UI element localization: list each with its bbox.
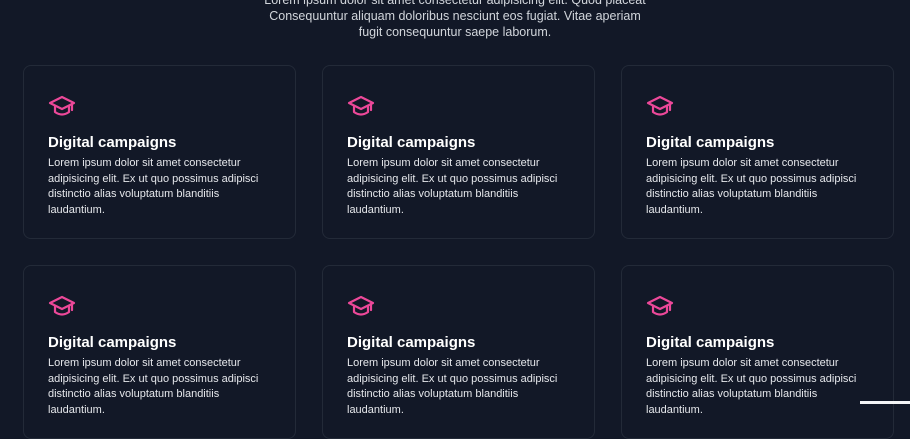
card-description: Lorem ipsum dolor sit amet consectetur a… xyxy=(48,357,259,416)
feature-card: Digital campaigns Lorem ipsum dolor sit … xyxy=(322,265,595,439)
card-title: Digital campaigns xyxy=(646,134,775,151)
graduation-cap-icon xyxy=(48,95,76,116)
card-title: Digital campaigns xyxy=(48,134,177,151)
card-description: Lorem ipsum dolor sit amet consectetur a… xyxy=(646,357,857,416)
feature-card: Digital campaigns Lorem ipsum dolor sit … xyxy=(621,265,894,439)
card-description: Lorem ipsum dolor sit amet consectetur a… xyxy=(646,157,857,216)
card-title: Digital campaigns xyxy=(347,134,476,151)
card-description: Lorem ipsum dolor sit amet consectetur a… xyxy=(347,157,558,216)
card-description: Lorem ipsum dolor sit amet consectetur a… xyxy=(347,357,558,416)
feature-card: Digital campaigns Lorem ipsum dolor sit … xyxy=(23,265,296,439)
feature-card: Digital campaigns Lorem ipsum dolor sit … xyxy=(322,65,595,239)
card-description: Lorem ipsum dolor sit amet consectetur a… xyxy=(48,157,259,216)
card-title: Digital campaigns xyxy=(646,334,775,351)
intro-text-line-3: fugit consequuntur saepe laborum. xyxy=(358,25,552,39)
feature-card: Digital campaigns Lorem ipsum dolor sit … xyxy=(621,65,894,239)
graduation-cap-icon xyxy=(347,95,375,116)
graduation-cap-icon xyxy=(646,295,674,316)
feature-card: Digital campaigns Lorem ipsum dolor sit … xyxy=(23,65,296,239)
card-title: Digital campaigns xyxy=(347,334,476,351)
graduation-cap-icon xyxy=(48,295,76,316)
graduation-cap-icon xyxy=(347,295,375,316)
card-title: Digital campaigns xyxy=(48,334,177,351)
graduation-cap-icon xyxy=(646,95,674,116)
